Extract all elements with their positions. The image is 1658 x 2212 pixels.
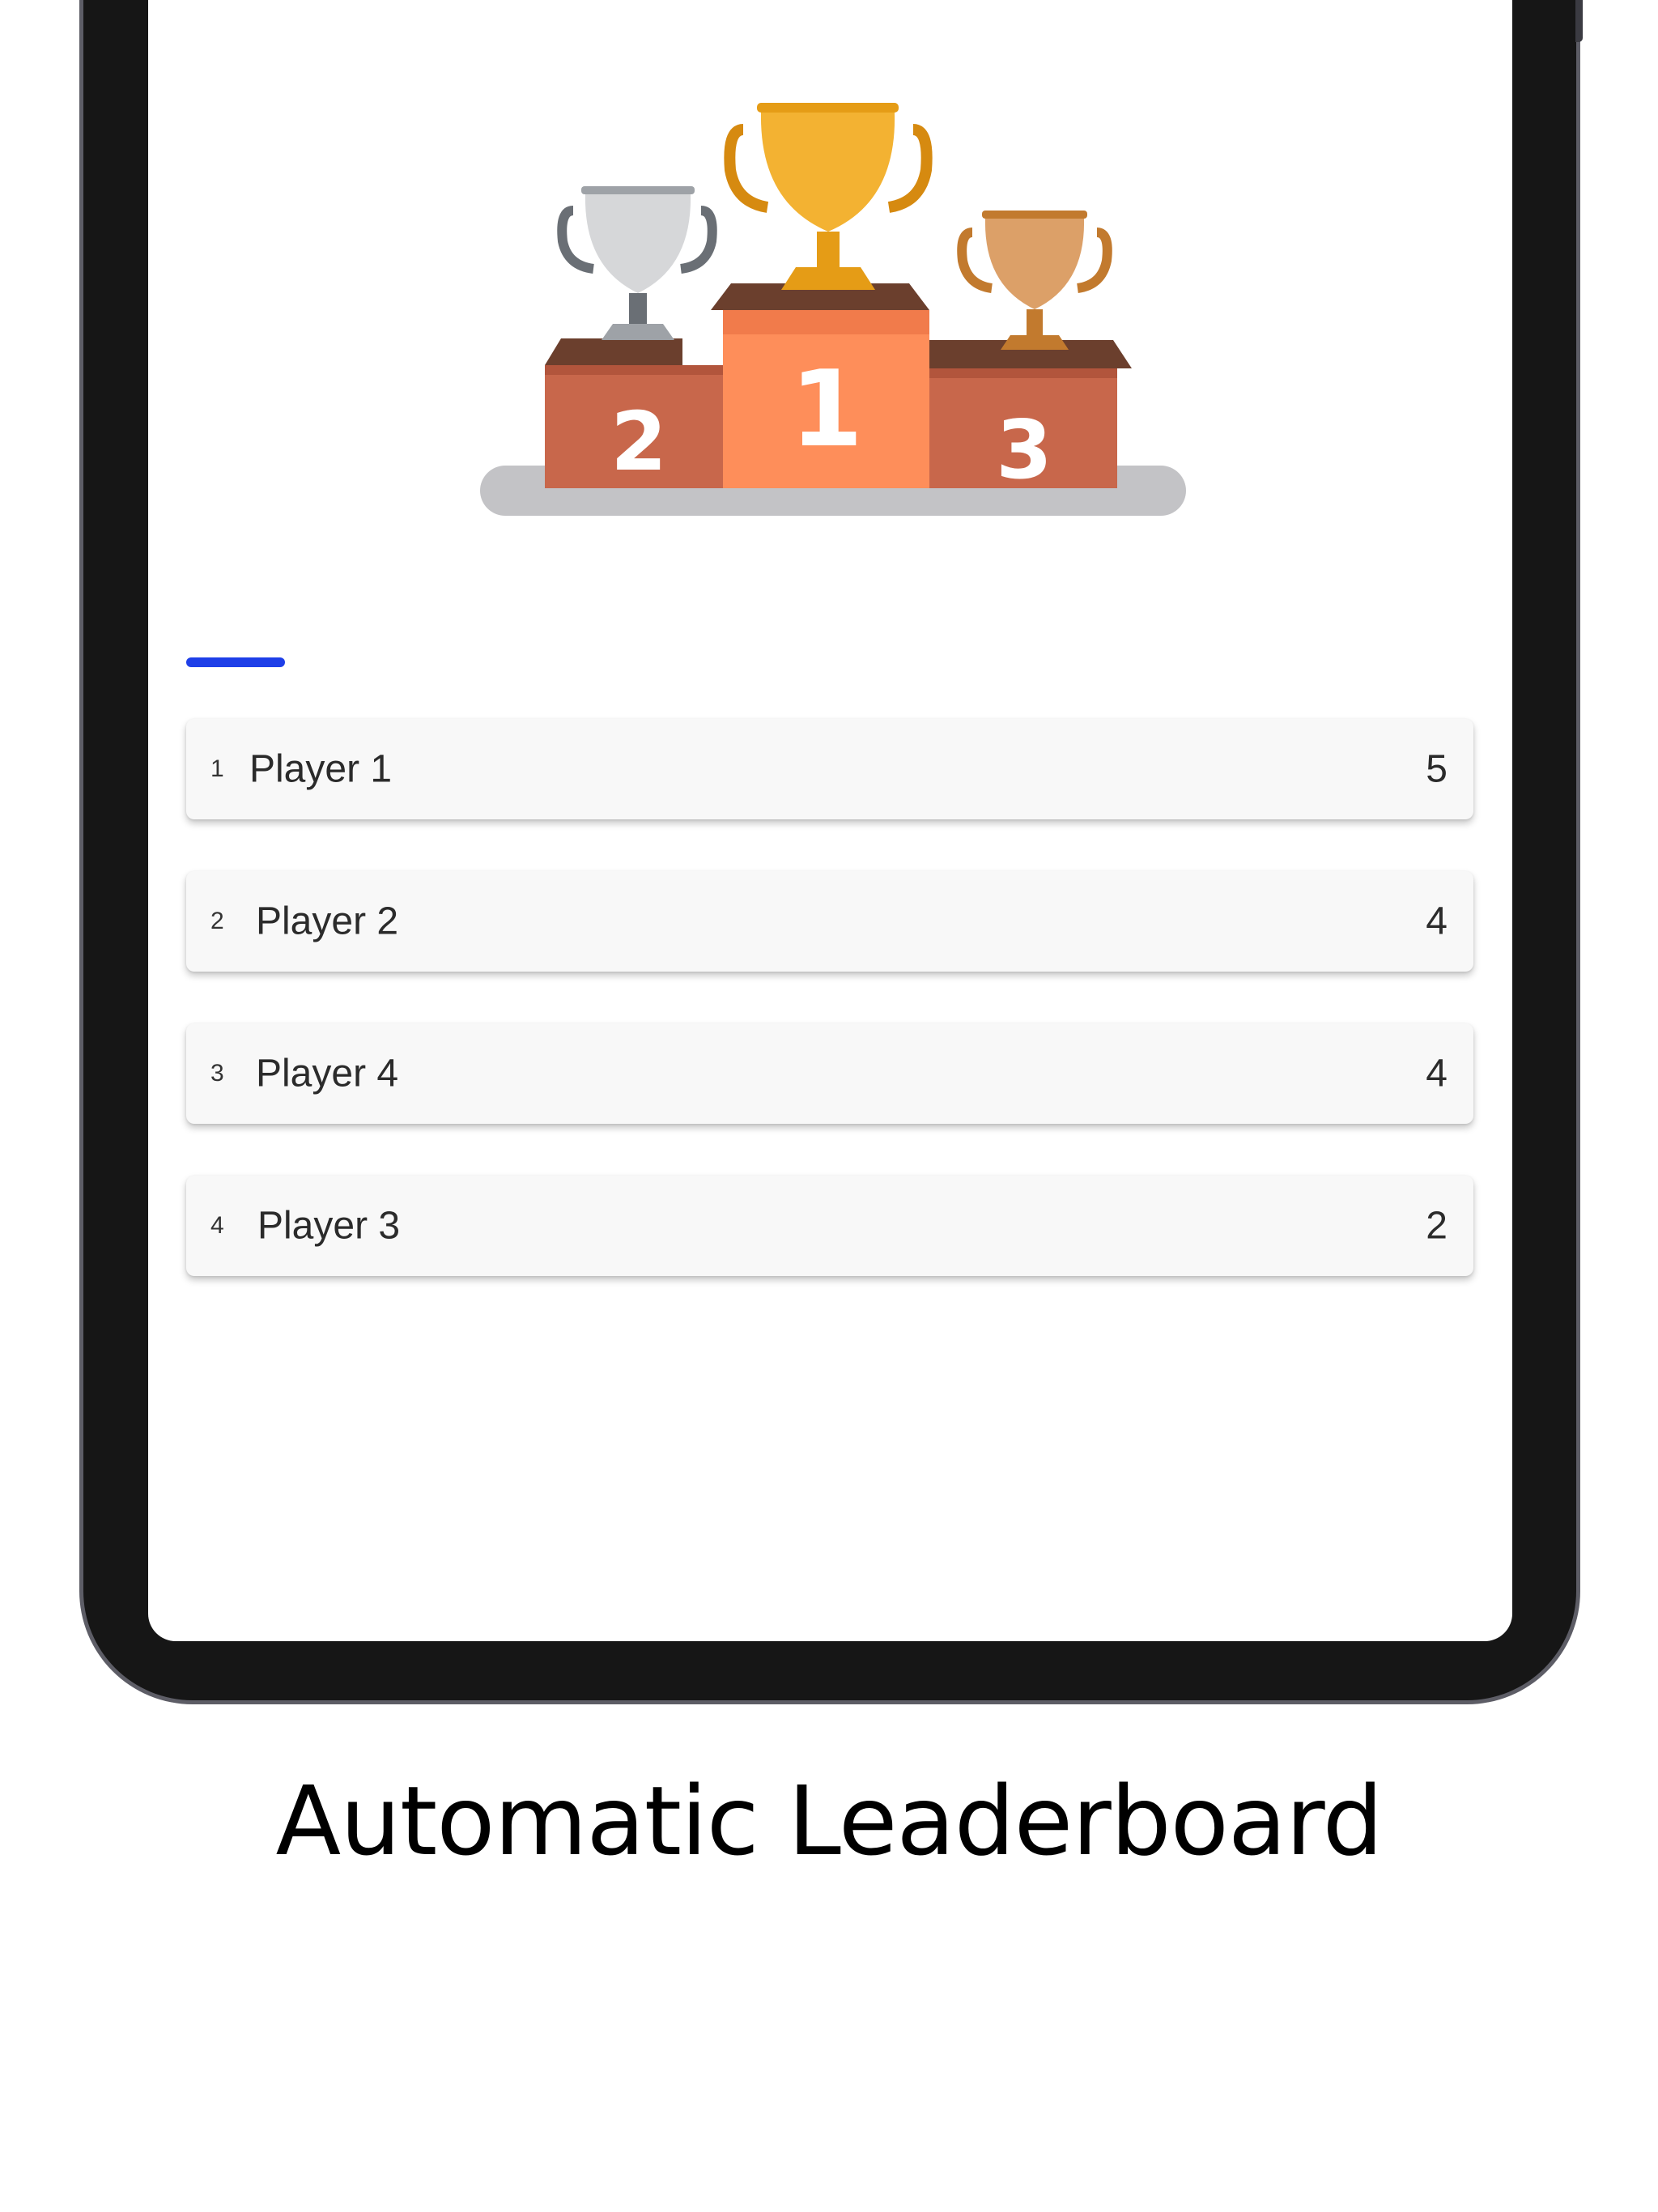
rank-number: 1	[210, 755, 224, 782]
app-screen: 2 1 3 1 Player 1 5 2 Player 2 4 3 Player…	[148, 0, 1512, 1641]
podium-second-top	[545, 338, 682, 365]
tab-indicator	[186, 657, 285, 667]
podium-trophies-illustration: 2 1 3	[480, 103, 1186, 516]
rank-number: 3	[210, 1060, 224, 1087]
player-score: 4	[1426, 900, 1448, 943]
player-name: Player 2	[256, 900, 399, 943]
silver-trophy-icon	[557, 186, 717, 340]
podium-label-second: 2	[610, 394, 667, 489]
rank-number: 4	[210, 1212, 224, 1239]
player-name: Player 4	[256, 1052, 399, 1095]
leaderboard-row[interactable]: 4 Player 3 2	[186, 1176, 1473, 1276]
leaderboard-list: 1 Player 1 5 2 Player 2 4 3 Player 4 4 4…	[186, 719, 1473, 1328]
player-name: Player 1	[249, 747, 393, 791]
leaderboard-row[interactable]: 2 Player 2 4	[186, 871, 1473, 972]
player-score: 4	[1426, 1052, 1448, 1095]
podium-label-third: 3	[996, 402, 1052, 497]
leaderboard-row[interactable]: 1 Player 1 5	[186, 719, 1473, 819]
feature-caption: Automatic Leaderboard	[275, 1765, 1384, 1877]
rank-number: 2	[210, 908, 224, 934]
player-score: 2	[1426, 1204, 1448, 1248]
gold-trophy-icon	[724, 103, 933, 290]
bronze-trophy-icon	[957, 211, 1112, 350]
leaderboard-row[interactable]: 3 Player 4 4	[186, 1023, 1473, 1124]
device-side-button	[1575, 0, 1583, 42]
player-name: Player 3	[257, 1204, 401, 1248]
podium-label-first: 1	[790, 347, 863, 470]
player-score: 5	[1426, 747, 1448, 791]
